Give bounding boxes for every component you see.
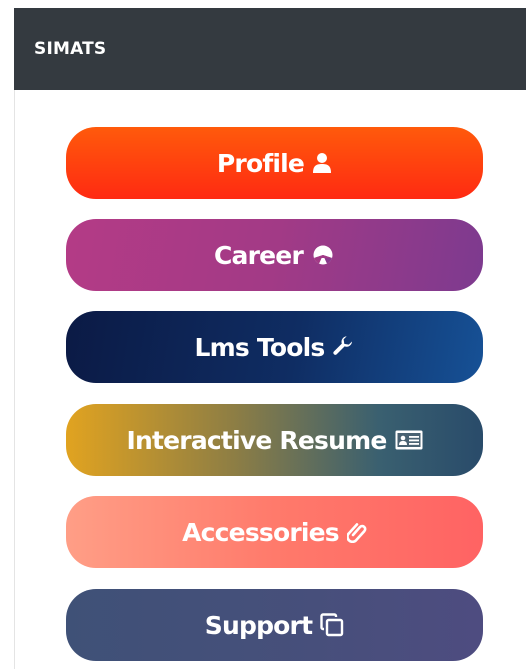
top-navbar: SIMATS [14, 8, 526, 90]
interactive-resume-label: Interactive Resume [126, 425, 388, 455]
lms-tools-button[interactable]: Lms Tools [66, 311, 483, 383]
lms-tools-label: Lms Tools [194, 332, 326, 362]
support-label: Support [204, 610, 313, 640]
id-card-icon [395, 430, 423, 450]
chart-pie-icon [311, 244, 335, 266]
paperclip-icon [346, 521, 367, 543]
accessories-button[interactable]: Accessories [66, 496, 483, 568]
support-button[interactable]: Support [66, 589, 483, 661]
user-icon [312, 152, 332, 174]
interactive-resume-button[interactable]: Interactive Resume [66, 404, 483, 476]
clone-icon [320, 613, 344, 637]
career-label: Career [214, 240, 304, 270]
profile-button[interactable]: Profile [66, 127, 483, 199]
career-button[interactable]: Career [66, 219, 483, 291]
wrench-icon [332, 336, 354, 358]
app-screen: SIMATS Profile Career Lms Tools Interact… [0, 0, 526, 669]
accessories-label: Accessories [182, 517, 340, 547]
profile-label: Profile [216, 148, 305, 178]
brand-title[interactable]: SIMATS [34, 39, 106, 59]
